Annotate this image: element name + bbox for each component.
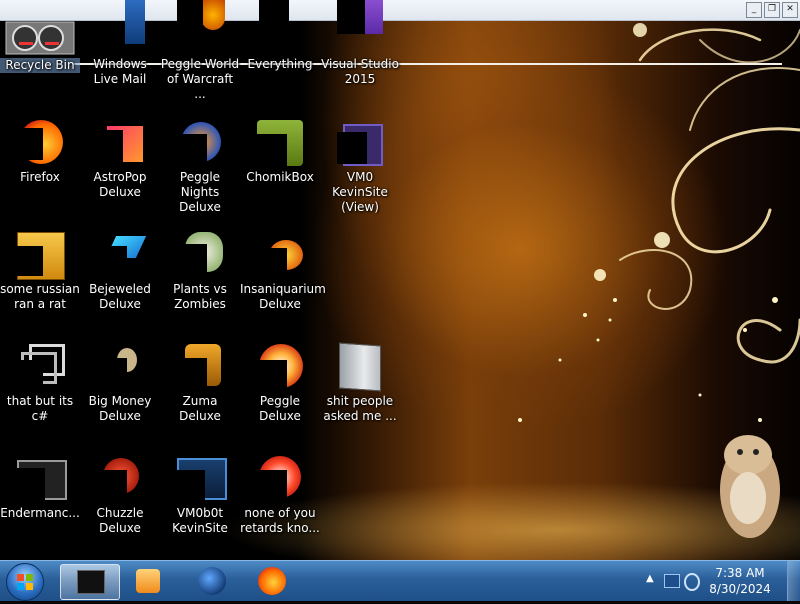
icon-label: Bejeweled Deluxe [89,282,151,311]
zuma-icon [177,344,223,390]
windows-stack-icon [17,344,65,390]
network-icon[interactable] [664,574,680,588]
show-desktop-button[interactable] [787,561,800,601]
firefox-icon [17,120,63,166]
icon-label: AstroPop Deluxe [93,170,147,199]
taskbar-app-media-player[interactable] [120,564,178,598]
desktop-icon-peggle-deluxe[interactable]: Peggle Deluxe [240,344,320,456]
taskbar-app-globe[interactable] [184,564,242,598]
vm-icon [337,120,383,166]
peggle-nights-icon [177,120,223,166]
icon-label: Insaniquarium Deluxe [240,282,326,311]
icon-label: Zuma Deluxe [179,394,221,423]
bejeweled-icon [97,232,147,278]
desktop-icon-windows-live-mail[interactable]: Windows Live Mail [80,0,160,112]
icon-label: Chuzzle Deluxe [96,506,144,535]
icon-label: Recycle Bin [0,58,80,73]
icon-label: shit people asked me ... [323,394,397,423]
desktop-icon-everything[interactable]: Everything [240,0,320,112]
volume-icon[interactable] [684,573,700,591]
desktop-icon-recycle-bin[interactable]: Recycle Bin [0,16,80,128]
icon-label: Visual Studio 2015 [321,57,399,86]
money-icon [97,344,143,390]
desktop-icon-firefox[interactable]: Firefox [0,120,80,232]
system-tray: ▲ 7:38 AM 8/30/2024 [640,561,800,601]
peggle-deluxe-icon [257,344,303,390]
icon-label: Big Money Deluxe [88,394,152,423]
desktop-icon-none-of-you[interactable]: none of you retards kno... [240,456,320,568]
windows-logo-icon [17,574,33,590]
desktop-icon-big-money[interactable]: Big Money Deluxe [80,344,160,456]
desktop-icon-shit-people-asked[interactable]: shit people asked me ... [320,342,400,456]
taskbar-app-terminal[interactable] [60,564,120,600]
hamster-figure [720,435,780,538]
visual-studio-icon [337,0,383,46]
shortcut-file-icon [17,232,65,280]
close-button[interactable]: ✕ [782,2,798,18]
icon-label: Endermanc... [0,506,80,520]
icon-label: VM0 KevinSite (View) [332,170,388,214]
peggle-icon [177,0,225,46]
icon-label: Peggle Deluxe [259,394,301,423]
start-button[interactable] [6,563,44,601]
icon-label: that but its c# [6,394,74,423]
desktop-icon-vm0-kevinsite-view[interactable]: VM0 KevinSite (View) [320,120,400,232]
desktop-icon-bejeweled[interactable]: Bejeweled Deluxe [80,232,160,344]
firefox-icon [258,567,286,595]
desktop-icon-astropop[interactable]: AstroPop Deluxe [80,120,160,232]
desktop-icon-plants-vs-zombies[interactable]: Plants vs Zombies [160,232,240,344]
app-icon [257,456,303,502]
desktop-icon-peggle-wow[interactable]: Peggle World of Warcraft ... [160,0,240,112]
desktop-icon-zuma[interactable]: Zuma Deluxe [160,344,240,456]
show-hidden-icons-button[interactable]: ▲ [646,573,654,584]
fish-icon [257,232,303,278]
desktop-icon-vm0b0t-kevinsite[interactable]: VM0b0t KevinSite [160,456,240,568]
desktop-icon-visual-studio[interactable]: Visual Studio 2015 [320,0,400,112]
chomikbox-icon [257,120,303,166]
desktop-icon-chuzzle[interactable]: Chuzzle Deluxe [80,456,160,568]
mail-icon [97,0,145,46]
taskbar-app-firefox[interactable] [244,564,302,598]
icon-label: Plants vs Zombies [173,282,227,311]
icon-label: Peggle World of Warcraft ... [160,57,240,101]
icon-label: Firefox [20,170,60,184]
icon-label: Everything [247,57,313,71]
media-player-icon [136,569,160,593]
chuzzle-icon [97,456,143,502]
desktop-icon-some-russian[interactable]: some russian ran a rat [0,232,80,344]
icon-label: Peggle Nights Deluxe [179,170,221,214]
icon-label: none of you retards kno... [240,506,320,535]
black-window-icon [77,570,105,594]
icon-label: VM0b0t KevinSite [172,506,228,535]
icon-label: some russian ran a rat [0,282,80,311]
folder-icon [337,342,383,392]
minimize-button[interactable]: _ [746,2,762,18]
taskbar: ▲ 7:38 AM 8/30/2024 [0,560,800,601]
desktop-icon-insaniquarium[interactable]: Insaniquarium Deluxe [240,232,326,344]
clock[interactable]: 7:38 AM 8/30/2024 [700,565,780,597]
vm-bot-icon [177,456,227,502]
clock-date: 8/30/2024 [709,582,771,596]
icon-label: Windows Live Mail [93,57,147,86]
plants-icon [177,232,223,278]
globe-icon [198,567,226,595]
astropop-icon [97,120,143,166]
search-app-icon [257,0,303,46]
restore-button[interactable]: ❐ [764,2,780,18]
desktop-icon-that-but-its-csharp[interactable]: that but its c# [0,344,80,456]
desktop-icon-endermanch[interactable]: Endermanc... [0,456,80,568]
desktop-icon-chomikbox[interactable]: ChomikBox [240,120,320,232]
terminal-icon [17,456,67,502]
clock-time: 7:38 AM [715,566,765,580]
desktop-icon-peggle-nights[interactable]: Peggle Nights Deluxe [160,120,240,232]
icon-label: ChomikBox [246,170,314,184]
